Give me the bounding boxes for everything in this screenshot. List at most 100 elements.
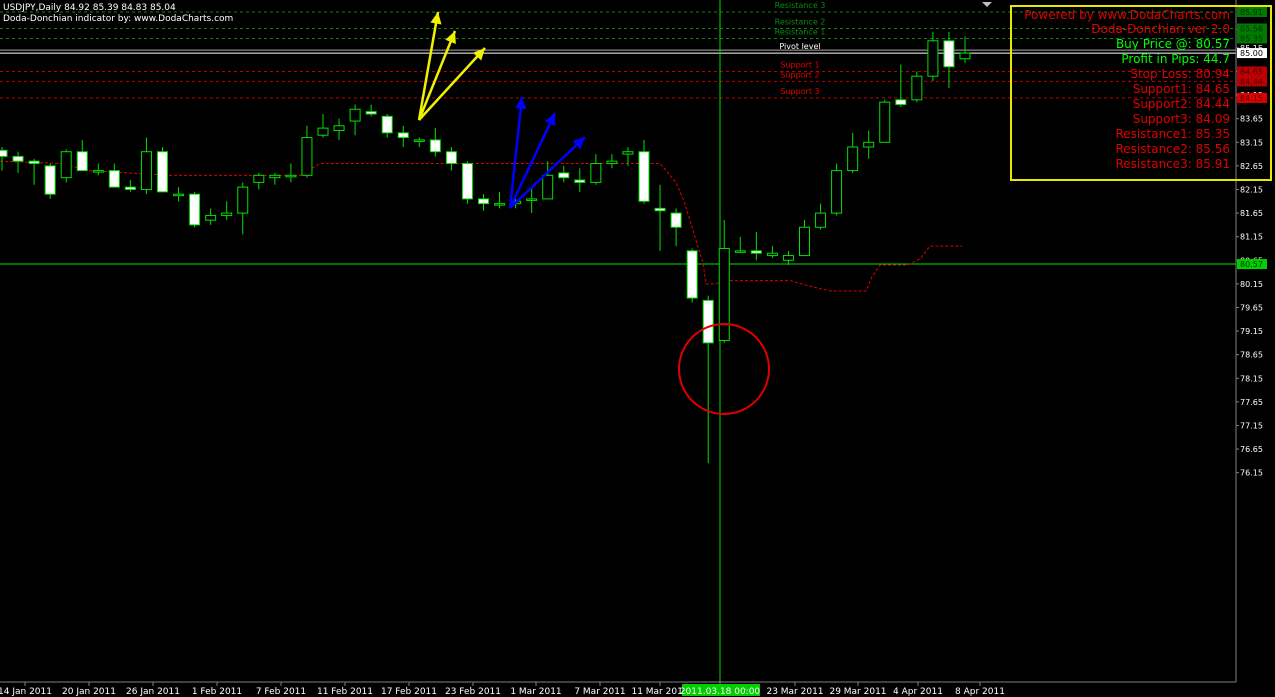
- candle: [157, 147, 168, 193]
- candle-body: [799, 226, 810, 257]
- x-tick-label: 17 Feb 2011: [381, 687, 437, 697]
- candle-body: [927, 40, 939, 77]
- candle: [381, 113, 393, 138]
- candle-body: [108, 170, 120, 188]
- candle-body: [895, 99, 907, 106]
- candle-body: [734, 250, 746, 253]
- candle-body: [959, 52, 971, 60]
- candle: [494, 191, 506, 209]
- level-label-resistance2: Resistance 2: [775, 18, 826, 27]
- time-axis: 14 Jan 2011 20 Jan 2011 26 Jan 2011 1 Feb 2…: [0, 681, 1236, 697]
- candle-body: [638, 151, 650, 202]
- candle-body: [542, 174, 554, 200]
- cursor-date-label: 2011.03.18 00:00: [680, 687, 761, 697]
- candle-body: [815, 212, 827, 228]
- candle: [815, 203, 827, 230]
- support1-value: Support1: 84.65: [1132, 82, 1230, 96]
- candle-body: [782, 255, 794, 261]
- candle: [108, 163, 120, 188]
- x-tick-label: 8 Apr 2011: [955, 687, 1005, 697]
- candle: [173, 187, 185, 202]
- candle: [927, 31, 939, 81]
- support2-value: Support2: 84.44: [1132, 97, 1230, 111]
- candle: [285, 163, 297, 183]
- candle: [349, 104, 361, 136]
- candle-body: [847, 146, 859, 172]
- candle: [365, 104, 377, 117]
- candle-body: [333, 125, 345, 131]
- y-tick-label: 80.15: [1240, 280, 1263, 289]
- candle-body: [317, 127, 329, 136]
- y-tick-label: 79.15: [1240, 327, 1263, 336]
- y-tick-label: 77.15: [1240, 421, 1263, 430]
- candle: [478, 194, 489, 211]
- y-tick-label: 82.15: [1240, 185, 1263, 194]
- candle: [574, 168, 586, 192]
- candle-body: [654, 207, 666, 212]
- level-label-support2: Support 2: [780, 70, 819, 79]
- candle: [461, 161, 473, 204]
- candle: [301, 125, 313, 178]
- x-tick-label: 20 Jan 2011: [62, 687, 116, 697]
- level-label-resistance3: Resistance 3: [775, 1, 826, 10]
- x-tick-label: 1 Mar 2011: [510, 687, 561, 697]
- candle: [734, 236, 746, 254]
- y-tick-label: 79.65: [1240, 303, 1263, 312]
- candle: [124, 180, 136, 192]
- candle: [542, 161, 554, 200]
- candle: [606, 154, 618, 169]
- candle: [0, 147, 8, 171]
- x-tick-label: 1 Feb 2011: [192, 687, 242, 697]
- candle-body: [478, 198, 489, 205]
- candle-body: [879, 101, 891, 143]
- candle-body: [590, 163, 602, 183]
- candle-body: [124, 186, 136, 190]
- candle: [863, 130, 875, 159]
- candle-body: [205, 214, 217, 221]
- candle-body: [429, 139, 441, 153]
- candle-body: [558, 172, 570, 179]
- candle-body: [494, 203, 506, 206]
- candle: [44, 163, 56, 199]
- candle: [317, 113, 329, 138]
- candle-body: [28, 160, 40, 165]
- candle-body: [301, 137, 313, 176]
- level-label-pivot: Pivot level: [779, 42, 820, 51]
- candle: [60, 149, 72, 183]
- blue-arrow-1-shaft: [508, 96, 524, 209]
- candle-body: [718, 247, 730, 342]
- resistance2-value: Resistance2: 85.56: [1115, 142, 1230, 156]
- support3-value: Support3: 84.09: [1132, 112, 1230, 126]
- candle: [702, 295, 714, 464]
- x-tick-label: 23 Mar 2011: [766, 687, 823, 697]
- candle-body: [157, 151, 168, 193]
- candle-body: [92, 170, 104, 173]
- candle: [895, 64, 907, 107]
- candle-body: [60, 151, 72, 179]
- yellow-arrow-1-head: [430, 12, 442, 25]
- candle: [28, 158, 40, 185]
- level-label-support3: Support 3: [780, 87, 819, 96]
- candle: [429, 128, 441, 157]
- candle-body: [0, 149, 8, 157]
- buy-price: Buy Price @: 80.57: [1115, 37, 1230, 51]
- x-tick-label: 11 Feb 2011: [317, 687, 373, 697]
- candle: [445, 147, 457, 171]
- candle: [879, 99, 891, 143]
- candle-body: [526, 198, 538, 201]
- info-panel: Powered by www.DodaCharts.com Doda-Donch…: [1010, 5, 1272, 181]
- candle-body: [686, 250, 698, 299]
- candle-body: [76, 151, 88, 172]
- candle: [333, 118, 345, 140]
- y-tick-label: 78.15: [1240, 374, 1263, 383]
- candle: [911, 71, 923, 103]
- candle-body: [750, 250, 762, 254]
- candle-body: [189, 193, 201, 226]
- candle-body: [622, 151, 634, 155]
- candles: [0, 31, 971, 464]
- x-tick-label: 29 Mar 2011: [829, 687, 886, 697]
- candle: [76, 139, 88, 172]
- candle: [831, 163, 843, 216]
- candle: [397, 125, 409, 147]
- level-label-support1: Support 1: [780, 60, 819, 69]
